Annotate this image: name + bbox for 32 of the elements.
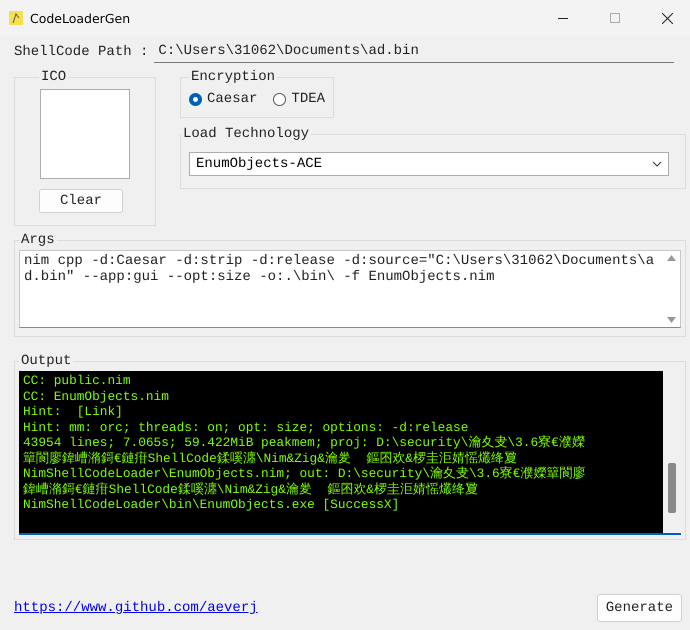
encryption-option[interactable]: TDEA bbox=[273, 91, 326, 107]
output-line: 簞閬廖鍏嶆潃鎶€鏈疳ShellCode鍒嗘瀍\Nim&Zig&瀹夎 鏂囨欢&椤圭洰婧愮爜绛夐 bbox=[23, 450, 518, 466]
output-line: Hint: [Link] bbox=[23, 404, 124, 420]
scroll-down-icon bbox=[666, 317, 676, 323]
encryption-title: Encryption bbox=[190, 69, 276, 85]
shellcode-path-label: ShellCode Path : bbox=[14, 44, 148, 60]
clear-button[interactable]: Clear bbox=[39, 189, 124, 213]
close-icon bbox=[662, 12, 672, 24]
option-label: Caesar bbox=[207, 91, 258, 107]
app-icon bbox=[8, 10, 24, 26]
generate-button[interactable]: Generate bbox=[596, 594, 682, 622]
output-title: Output bbox=[20, 353, 72, 369]
args-field[interactable]: nim cpp -d:Caesar -d:strip -d:release -d:source="C:\Users\31062\Documents\ad.bin" --app:gui --opt:size -o:.\bin\ -f EnumObjects.nim bbox=[19, 250, 681, 328]
scroll-thumb[interactable] bbox=[668, 463, 676, 513]
output-line: NimShellCodeLoader\bin\EnumObjects.exe [SuccessX] bbox=[23, 497, 400, 512]
output-line: CC: public.nim bbox=[23, 373, 132, 388]
chevron-down-icon bbox=[652, 161, 662, 167]
github-link[interactable]: https://www.github.com/aeverj bbox=[14, 600, 258, 616]
encryption-option[interactable]: Caesar bbox=[189, 91, 258, 107]
load-technology-dropdown[interactable]: EnumObjects-ACE bbox=[189, 152, 669, 176]
load-technology-title: Load Technology bbox=[182, 126, 310, 142]
window-title: CodeLoaderGen bbox=[30, 10, 132, 26]
ico-title: ICO bbox=[40, 69, 68, 85]
scroll-up-icon bbox=[666, 255, 676, 261]
output-line: NimShellCodeLoader\EnumObjects.nim; out: D:\security\瀹夊叏\3.6寮€濮嬫簞閬廖 bbox=[23, 466, 586, 482]
output-line: Hint: mm: orc; threads: on; opt: size; options: -d:release bbox=[23, 420, 468, 435]
option-label: TDEA bbox=[291, 91, 326, 107]
output-line: CC: EnumObjects.nim bbox=[23, 388, 170, 404]
output-line: 鍏嶆潃鎶€鏈疳ShellCode鍒嗘瀍\Nim&Zig&瀹夎 鏂囨欢&椤圭洰婧愮爜绛夐 bbox=[23, 482, 479, 497]
maximize-icon bbox=[610, 13, 620, 23]
output-line: 43954 lines; 7.065s; 59.422MiB peakmem; proj: D:\security\瀹夊叏\3.6寮€濮嬫 bbox=[23, 435, 586, 450]
args-title: Args bbox=[20, 232, 56, 248]
